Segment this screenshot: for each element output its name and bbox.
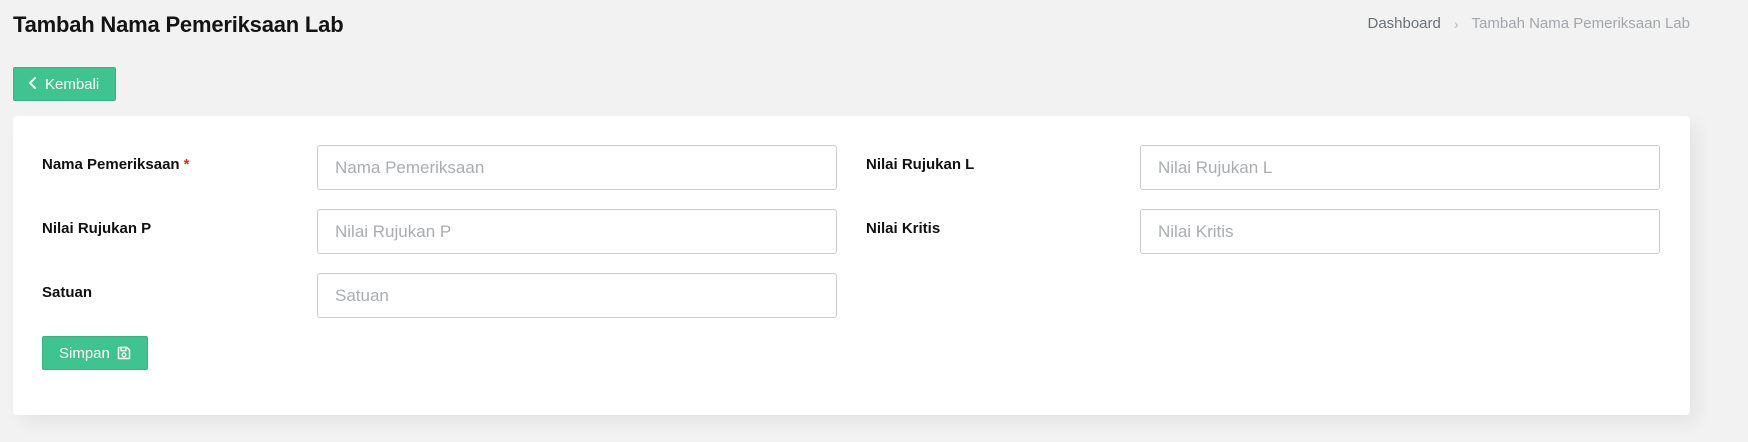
nilai-rujukan-p-label: Nilai Rujukan P	[42, 220, 152, 237]
save-button-label: Simpan	[59, 344, 110, 362]
nilai-rujukan-l-input[interactable]	[1140, 145, 1660, 190]
satuan-label: Satuan	[42, 284, 93, 301]
nilai-kritis-input[interactable]	[1140, 209, 1660, 254]
floppy-disk-icon	[117, 346, 131, 360]
back-button[interactable]: Kembali	[13, 67, 117, 101]
nilai-kritis-label: Nilai Kritis	[866, 220, 941, 237]
breadcrumb-separator: ›	[1453, 15, 1459, 32]
breadcrumb: Dashboard › Tambah Nama Pemeriksaan Lab	[1367, 15, 1690, 32]
nilai-rujukan-p-input[interactable]	[317, 209, 837, 254]
breadcrumb-current: Tambah Nama Pemeriksaan Lab	[1471, 15, 1690, 32]
save-button[interactable]: Simpan	[42, 336, 148, 370]
nama-pemeriksaan-label: Nama Pemeriksaan *	[42, 156, 190, 173]
satuan-input[interactable]	[317, 273, 837, 318]
back-button-label: Kembali	[45, 75, 100, 93]
chevron-left-icon	[28, 77, 37, 91]
nama-pemeriksaan-input[interactable]	[317, 145, 837, 190]
nilai-rujukan-l-label: Nilai Rujukan L	[866, 156, 975, 173]
required-marker: *	[183, 156, 190, 173]
breadcrumb-dashboard-link[interactable]: Dashboard	[1367, 15, 1440, 32]
page-title: Tambah Nama Pemeriksaan Lab	[13, 12, 344, 37]
form-card: Nama Pemeriksaan* Nilai Rujukan L Nilai …	[13, 116, 1690, 415]
